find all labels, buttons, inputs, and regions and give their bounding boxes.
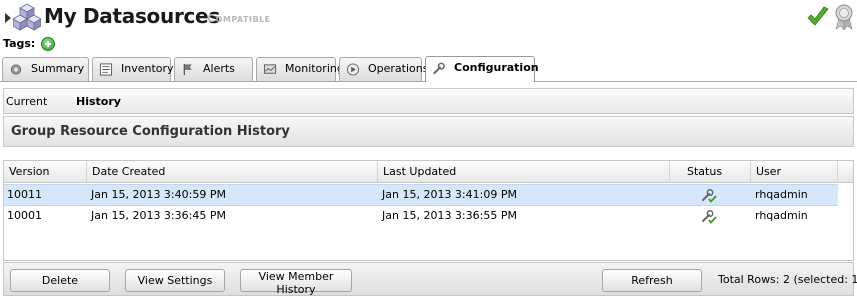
- view-member-history-button[interactable]: View Member History: [240, 269, 352, 296]
- delete-button[interactable]: Delete: [10, 269, 110, 292]
- wrench-icon: [433, 62, 445, 75]
- last-updated-cell: Jan 15, 2013 3:36:55 PM: [382, 209, 517, 222]
- tab-monitoring[interactable]: Monitoring: [256, 57, 344, 81]
- add-tag-icon[interactable]: [41, 37, 55, 51]
- column-header-user[interactable]: User: [751, 161, 838, 183]
- table-row[interactable]: 10011 Jan 15, 2013 3:40:59 PM Jan 15, 20…: [4, 184, 838, 206]
- tab-configuration[interactable]: Configuration: [425, 56, 539, 82]
- column-header-date-created[interactable]: Date Created: [87, 161, 378, 183]
- date-created-cell: Jan 15, 2013 3:40:59 PM: [91, 188, 226, 201]
- configured-status-icon: [702, 210, 717, 224]
- group-cubes-icon: [13, 3, 41, 31]
- inventory-icon: [99, 63, 113, 76]
- gear-icon: [10, 64, 22, 75]
- tags-label: Tags:: [3, 37, 36, 50]
- flag-icon: [183, 63, 192, 76]
- expand-arrow-icon[interactable]: [5, 13, 11, 23]
- tab-inventory[interactable]: Inventory: [92, 57, 174, 81]
- availability-label: Compatible: [207, 12, 271, 25]
- table-header: Version Date Created Last Updated Status…: [4, 161, 853, 183]
- user-cell: rhqadmin: [755, 188, 808, 201]
- resource-header: My Datasources Compatible: [0, 0, 857, 36]
- monitor-icon: [263, 64, 277, 74]
- play-icon: [346, 63, 360, 76]
- badge-icon: [835, 4, 853, 30]
- configured-status-icon: [702, 189, 717, 203]
- table-row[interactable]: 10001 Jan 15, 2013 3:36:45 PM Jan 15, 20…: [4, 206, 838, 228]
- section-header: Group Resource Configuration History: [3, 116, 854, 147]
- table-toolbar: Delete View Settings View Member History…: [3, 262, 857, 296]
- column-header-version[interactable]: Version: [4, 161, 87, 183]
- tab-label: Alerts: [203, 62, 235, 75]
- section-title: Group Resource Configuration History: [11, 124, 290, 139]
- date-created-cell: Jan 15, 2013 3:36:45 PM: [91, 209, 226, 222]
- tab-label: Operations: [368, 62, 429, 75]
- column-header-last-updated[interactable]: Last Updated: [378, 161, 670, 183]
- tab-label: Summary: [31, 62, 85, 75]
- refresh-button[interactable]: Refresh: [602, 269, 702, 292]
- page-title: My Datasources: [44, 4, 220, 28]
- last-updated-cell: Jan 15, 2013 3:41:09 PM: [382, 188, 517, 201]
- subnav-current[interactable]: Current: [6, 95, 47, 108]
- view-settings-button[interactable]: View Settings: [125, 269, 225, 292]
- tab-label: Configuration: [454, 61, 539, 74]
- tab-summary[interactable]: Summary: [2, 57, 89, 81]
- tab-bar: Summary Inventory Alerts Monitoring Oper…: [0, 55, 857, 82]
- user-cell: rhqadmin: [755, 209, 808, 222]
- check-icon: [807, 6, 829, 26]
- version-cell: 10011: [7, 188, 42, 201]
- history-table: Version Date Created Last Updated Status…: [3, 160, 854, 261]
- subnav-history[interactable]: History: [76, 95, 121, 108]
- tab-alerts[interactable]: Alerts: [174, 57, 253, 81]
- version-cell: 10001: [7, 209, 42, 222]
- tab-label: Inventory: [121, 62, 174, 75]
- column-header-status[interactable]: Status: [670, 161, 751, 183]
- total-rows-label: Total Rows: 2 (selected: 1): [718, 273, 857, 286]
- tab-operations[interactable]: Operations: [339, 57, 428, 81]
- config-subnav: Current History: [3, 88, 854, 114]
- tab-label: Monitoring: [285, 62, 344, 75]
